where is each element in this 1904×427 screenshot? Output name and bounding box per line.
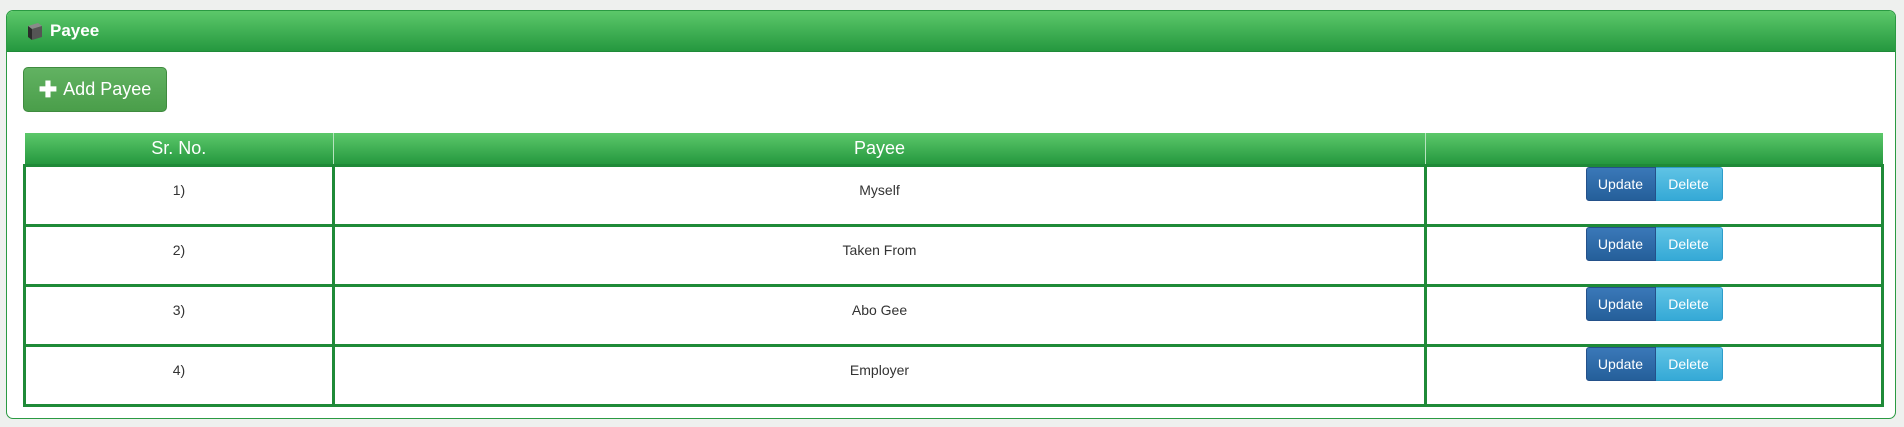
payee-name: Myself bbox=[859, 182, 900, 198]
table-row: 1) Myself Update Delete bbox=[23, 164, 1884, 227]
cube-icon bbox=[24, 20, 46, 42]
update-button[interactable]: Update bbox=[1585, 287, 1656, 321]
panel-heading: Payee bbox=[7, 11, 1895, 52]
actions-cell: Update Delete bbox=[1424, 224, 1884, 287]
sr-no-text: 4) bbox=[172, 362, 186, 378]
sr-no-text: 2) bbox=[172, 242, 186, 258]
payee-name: Employer bbox=[849, 362, 910, 378]
delete-button[interactable]: Delete bbox=[1655, 287, 1723, 321]
payee-name: Taken From bbox=[842, 242, 917, 258]
payee-cell: Abo Gee bbox=[332, 284, 1427, 347]
sr-no-cell: 4) bbox=[23, 344, 335, 407]
update-button[interactable]: Update bbox=[1585, 167, 1656, 201]
column-header-actions bbox=[1425, 133, 1883, 166]
actions-cell: Update Delete bbox=[1424, 344, 1884, 407]
plus-icon: ✚ bbox=[38, 76, 58, 102]
update-button[interactable]: Update bbox=[1585, 347, 1656, 381]
payee-panel: Payee ✚ Add Payee Sr. No. Payee 1) Mysel… bbox=[6, 10, 1896, 419]
actions-cell: Update Delete bbox=[1424, 284, 1884, 347]
sr-no-cell: 3) bbox=[23, 284, 335, 347]
action-button-group: Update Delete bbox=[1585, 347, 1723, 381]
column-header-sr-no: Sr. No. bbox=[24, 133, 334, 166]
payee-name: Abo Gee bbox=[851, 302, 908, 318]
delete-button[interactable]: Delete bbox=[1655, 167, 1723, 201]
update-button[interactable]: Update bbox=[1585, 227, 1656, 261]
table-row: 2) Taken From Update Delete bbox=[23, 224, 1884, 287]
sr-no-cell: 1) bbox=[23, 164, 335, 227]
add-payee-button[interactable]: ✚ Add Payee bbox=[23, 67, 167, 112]
payee-cell: Myself bbox=[332, 164, 1427, 227]
actions-cell: Update Delete bbox=[1424, 164, 1884, 227]
table-row: 4) Employer Update Delete bbox=[23, 344, 1884, 407]
table-row: 3) Abo Gee Update Delete bbox=[23, 284, 1884, 347]
payee-cell: Employer bbox=[332, 344, 1427, 407]
panel-title: Payee bbox=[50, 21, 100, 40]
delete-button[interactable]: Delete bbox=[1655, 347, 1723, 381]
action-button-group: Update Delete bbox=[1585, 287, 1723, 321]
payee-table: Sr. No. Payee 1) Myself Update Delete 2)… bbox=[23, 133, 1884, 407]
add-payee-label: Add Payee bbox=[63, 79, 152, 99]
delete-button[interactable]: Delete bbox=[1655, 227, 1723, 261]
action-button-group: Update Delete bbox=[1585, 227, 1723, 261]
column-header-payee: Payee bbox=[333, 133, 1426, 166]
payee-cell: Taken From bbox=[332, 224, 1427, 287]
sr-no-text: 1) bbox=[172, 182, 186, 198]
table-header-row: Sr. No. Payee bbox=[24, 133, 1883, 166]
action-button-group: Update Delete bbox=[1585, 167, 1723, 201]
sr-no-text: 3) bbox=[172, 302, 186, 318]
sr-no-cell: 2) bbox=[23, 224, 335, 287]
